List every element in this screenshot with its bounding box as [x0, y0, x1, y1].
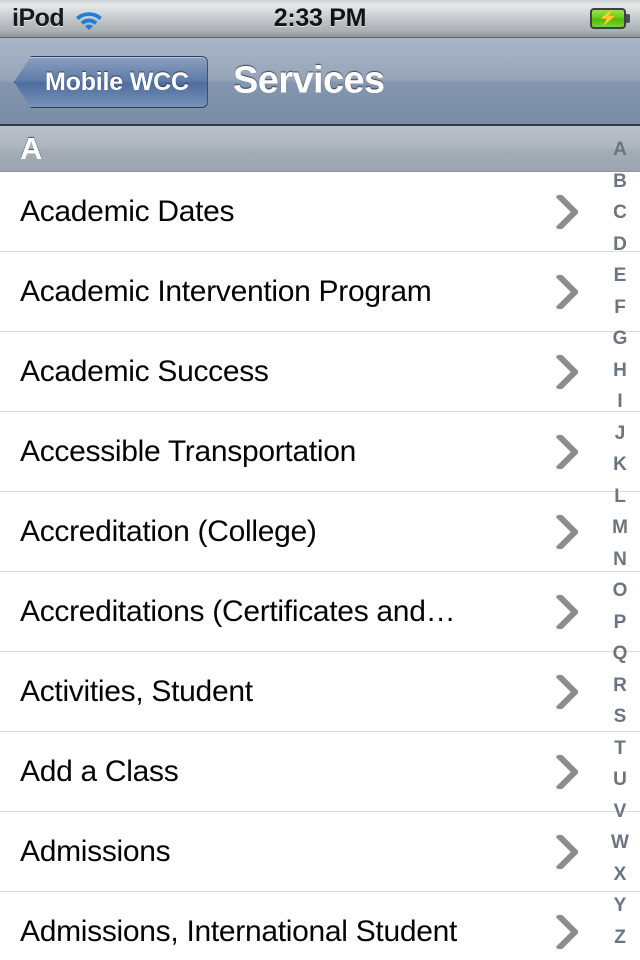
- row-label: Academic Success: [20, 354, 269, 388]
- services-list: Academic Dates Academic Intervention Prog…: [0, 172, 640, 960]
- index-letter-n[interactable]: N: [600, 544, 640, 576]
- table-row[interactable]: Academic Dates: [0, 172, 640, 252]
- index-letter-b[interactable]: B: [600, 166, 640, 198]
- chevron-right-icon: [555, 672, 580, 711]
- index-letter-a[interactable]: A: [600, 134, 640, 166]
- back-button[interactable]: Mobile WCC: [14, 56, 208, 108]
- chevron-right-icon: [555, 592, 580, 631]
- table-row[interactable]: Accreditation (College): [0, 492, 640, 572]
- table-row[interactable]: Activities, Student: [0, 652, 640, 732]
- index-letter-k[interactable]: K: [600, 449, 640, 481]
- table-row[interactable]: Accreditations (Certificates and…: [0, 572, 640, 652]
- table-row[interactable]: Academic Success: [0, 332, 640, 412]
- index-letter-x[interactable]: X: [600, 859, 640, 891]
- back-button-label: Mobile WCC: [45, 67, 189, 96]
- row-label: Academic Intervention Program: [20, 274, 432, 308]
- battery-charging-icon: ⚡: [590, 8, 630, 29]
- section-header-label: A: [20, 130, 42, 166]
- row-label: Accreditations (Certificates and…: [20, 594, 456, 628]
- row-label: Admissions, International Student: [20, 914, 458, 948]
- section-header-a: A: [0, 126, 640, 172]
- index-letter-s[interactable]: S: [600, 701, 640, 733]
- table-row[interactable]: Admissions, International Student: [0, 892, 640, 960]
- index-letter-e[interactable]: E: [600, 260, 640, 292]
- table-row[interactable]: Accessible Transportation: [0, 412, 640, 492]
- row-label: Accreditation (College): [20, 514, 317, 548]
- index-letter-t[interactable]: T: [600, 733, 640, 765]
- row-label: Academic Dates: [20, 194, 235, 228]
- navigation-bar: Mobile WCC Services: [0, 38, 640, 126]
- phone-screen: iPod 2:33 PM ⚡ Mobile WCC Services A Aca…: [0, 0, 640, 960]
- chevron-right-icon: [555, 272, 580, 311]
- chevron-right-icon: [555, 912, 580, 951]
- index-letter-u[interactable]: U: [600, 764, 640, 796]
- chevron-right-icon: [555, 352, 580, 391]
- index-letter-q[interactable]: Q: [600, 638, 640, 670]
- index-letter-z[interactable]: Z: [600, 922, 640, 954]
- chevron-right-icon: [555, 192, 580, 231]
- chevron-right-icon: [555, 752, 580, 791]
- row-label: Admissions: [20, 834, 171, 868]
- index-letter-w[interactable]: W: [600, 827, 640, 859]
- index-letter-f[interactable]: F: [600, 292, 640, 324]
- index-letter-r[interactable]: R: [600, 670, 640, 702]
- status-bar: iPod 2:33 PM ⚡: [0, 0, 640, 38]
- services-list-container: A Academic Dates Academic Intervention Pr…: [0, 126, 640, 960]
- index-letter-l[interactable]: L: [600, 481, 640, 513]
- index-letter-h[interactable]: H: [600, 355, 640, 387]
- index-letter-c[interactable]: C: [600, 197, 640, 229]
- index-letter-o[interactable]: O: [600, 575, 640, 607]
- alphabet-index-bar[interactable]: ABCDEFGHIJKLMNOPQRSTUVWXYZ: [600, 126, 640, 960]
- index-letter-m[interactable]: M: [600, 512, 640, 544]
- index-letter-j[interactable]: J: [600, 418, 640, 450]
- index-letter-v[interactable]: V: [600, 796, 640, 828]
- index-letter-p[interactable]: P: [600, 607, 640, 639]
- table-row[interactable]: Admissions: [0, 812, 640, 892]
- table-row[interactable]: Add a Class: [0, 732, 640, 812]
- chevron-right-icon: [555, 512, 580, 551]
- page-title: Services: [233, 59, 385, 102]
- chevron-right-icon: [555, 832, 580, 871]
- table-row[interactable]: Academic Intervention Program: [0, 252, 640, 332]
- index-letter-y[interactable]: Y: [600, 890, 640, 922]
- index-letter-i[interactable]: I: [600, 386, 640, 418]
- row-label: Activities, Student: [20, 674, 253, 708]
- chevron-right-icon: [555, 432, 580, 471]
- status-time: 2:33 PM: [273, 4, 367, 32]
- row-label: Accessible Transportation: [20, 434, 357, 468]
- index-letter-g[interactable]: G: [600, 323, 640, 355]
- index-letter-d[interactable]: D: [600, 229, 640, 261]
- row-label: Add a Class: [20, 754, 179, 788]
